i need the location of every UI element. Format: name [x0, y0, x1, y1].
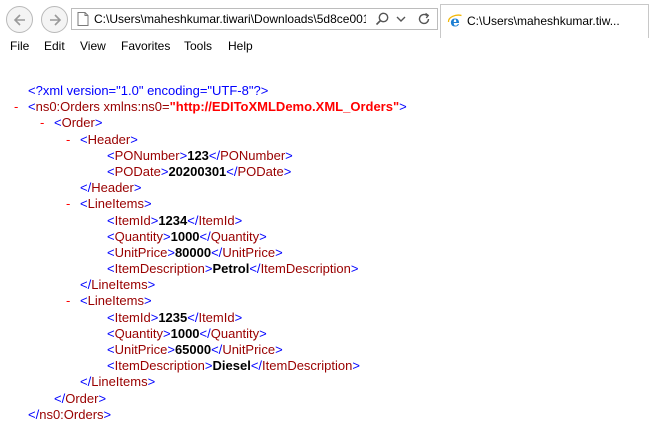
- itemid-element: <ItemId>1234</ItemId>: [107, 212, 243, 228]
- xml-declaration: <?xml version="1.0" encoding="UTF-8"?>: [28, 83, 269, 98]
- root-close-tag: </ns0:Orders>: [28, 406, 112, 422]
- menu-file[interactable]: File: [10, 38, 29, 55]
- itemdescription-element: <ItemDescription>Diesel</ItemDescription…: [107, 358, 360, 374]
- podate-element: <PODate>20200301</PODate>: [107, 163, 292, 179]
- browser-toolbar: C:\Users\maheshkumar.tiwari\Downloads\5d…: [0, 0, 649, 38]
- collapse-toggle[interactable]: -: [66, 196, 70, 212]
- refresh-button[interactable]: [416, 11, 432, 27]
- arrow-left-icon: [13, 13, 25, 26]
- quantity-element: <Quantity>1000</Quantity>: [107, 325, 267, 341]
- lineitems-open-tag: <LineItems>: [80, 196, 152, 212]
- browser-tab[interactable]: e C:\Users\maheshkumar.tiw...: [440, 4, 649, 38]
- forward-button[interactable]: [41, 6, 68, 33]
- header-close-tag: </Header>: [80, 180, 142, 196]
- collapse-toggle[interactable]: -: [66, 132, 70, 148]
- lineitems-close-tag: </LineItems>: [80, 277, 156, 293]
- search-button[interactable]: [374, 11, 390, 27]
- search-icon: [375, 12, 389, 26]
- namespace-value: "http://EDIToXMLDemo.XML_Orders": [169, 99, 400, 115]
- back-button[interactable]: [6, 6, 33, 33]
- menu-edit[interactable]: Edit: [44, 38, 65, 55]
- collapse-toggle[interactable]: -: [40, 115, 44, 131]
- itemid-element: <ItemId>1235</ItemId>: [107, 309, 243, 325]
- order-close-tag: </Order>: [54, 390, 107, 406]
- menu-favorites[interactable]: Favorites: [121, 38, 170, 55]
- quantity-element: <Quantity>1000</Quantity>: [107, 228, 267, 244]
- header-open-tag: <Header>: [80, 131, 138, 147]
- menu-tools[interactable]: Tools: [184, 38, 212, 55]
- document-icon: [77, 12, 89, 26]
- lineitems-open-tag: <LineItems>: [80, 293, 152, 309]
- collapse-toggle[interactable]: -: [14, 99, 18, 115]
- arrow-right-icon: [49, 13, 61, 26]
- menu-bar: File Edit View Favorites Tools Help: [0, 38, 649, 55]
- refresh-icon: [418, 12, 430, 25]
- chevron-down-icon: [396, 16, 406, 22]
- menu-help[interactable]: Help: [228, 38, 253, 55]
- collapse-toggle[interactable]: -: [66, 293, 70, 309]
- unitprice-element: <UnitPrice>65000</UnitPrice>: [107, 342, 283, 357]
- ie-logo-icon: e: [447, 13, 462, 29]
- lineitems-close-tag: </LineItems>: [80, 374, 156, 390]
- address-dropdown-button[interactable]: [393, 11, 409, 27]
- itemdescription-element: <ItemDescription>Petrol</ItemDescription…: [107, 261, 359, 277]
- root-open-tag: <ns0:Orders xmlns:ns0="http://EDIToXMLDe…: [28, 99, 407, 115]
- menu-view[interactable]: View: [80, 38, 106, 55]
- ponumber-element: <PONumber>123</PONumber>: [107, 147, 293, 163]
- tab-title: C:\Users\maheshkumar.tiw...: [467, 14, 620, 28]
- address-bar[interactable]: C:\Users\maheshkumar.tiwari\Downloads\5d…: [71, 8, 438, 30]
- order-open-tag: <Order>: [54, 115, 103, 131]
- address-input[interactable]: C:\Users\maheshkumar.tiwari\Downloads\5d…: [94, 11, 366, 27]
- xml-viewer: <?xml version="1.0" encoding="UTF-8"?> -…: [0, 55, 649, 437]
- unitprice-element: <UnitPrice>80000</UnitPrice>: [107, 244, 283, 260]
